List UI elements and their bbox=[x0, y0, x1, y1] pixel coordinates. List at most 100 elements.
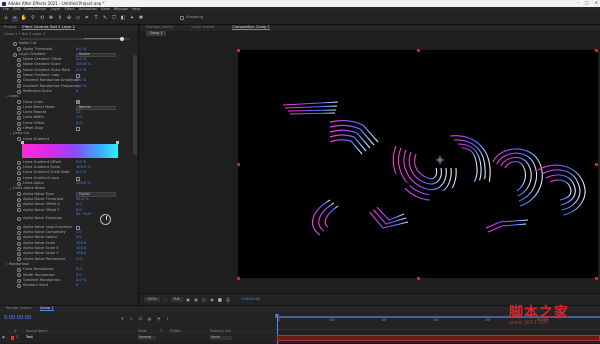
menu-file[interactable]: File bbox=[3, 8, 9, 12]
pan-tool-icon[interactable]: ✥ bbox=[48, 16, 54, 22]
menu-help[interactable]: Help bbox=[132, 8, 140, 12]
puppet-pin-tool-icon[interactable]: ✱ bbox=[138, 16, 144, 22]
stopwatch-icon[interactable] bbox=[17, 63, 21, 68]
tab-composition[interactable]: Composition Comp 1 bbox=[232, 25, 270, 31]
property-checkbox[interactable] bbox=[76, 126, 80, 131]
property-dropdown[interactable]: Normal bbox=[76, 105, 116, 110]
stopwatch-icon[interactable] bbox=[17, 241, 21, 246]
eraser-tool-icon[interactable]: ◧ bbox=[120, 16, 126, 22]
stopwatch-icon[interactable] bbox=[17, 73, 21, 78]
property-checkbox[interactable] bbox=[76, 225, 80, 230]
property-value[interactable]: 0x +0.0° bbox=[76, 212, 92, 217]
graph-editor-icon[interactable]: ⌇ bbox=[165, 316, 170, 321]
stopwatch-icon[interactable] bbox=[17, 252, 21, 257]
menu-layer[interactable]: Layer bbox=[50, 8, 60, 12]
stopwatch-icon[interactable] bbox=[17, 230, 21, 235]
stopwatch-icon[interactable] bbox=[17, 126, 21, 131]
property-value[interactable]: 0.0 % bbox=[76, 278, 86, 283]
region-of-interest-icon[interactable]: ▣ bbox=[186, 297, 191, 302]
property-value[interactable]: 0.0 bbox=[76, 257, 82, 262]
zoom-select[interactable]: 100% bbox=[144, 297, 160, 302]
selection-tool-icon[interactable]: ➤ bbox=[12, 15, 18, 22]
stopwatch-icon[interactable] bbox=[13, 42, 17, 47]
panel-scrollbar[interactable] bbox=[133, 55, 137, 155]
stopwatch-icon[interactable] bbox=[17, 57, 21, 62]
property-checkbox[interactable] bbox=[76, 176, 80, 181]
dolly-tool-icon[interactable]: ⇕ bbox=[57, 16, 63, 22]
property-value[interactable]: 1.0 bbox=[76, 231, 82, 235]
property-value[interactable]: 100.0 bbox=[76, 246, 86, 251]
stopwatch-icon[interactable] bbox=[17, 217, 21, 222]
layer-mode-select[interactable]: Normal bbox=[138, 335, 156, 340]
timeline-timecode[interactable]: 0:00:00:00 bbox=[4, 316, 31, 321]
pen-tool-icon[interactable]: ✒ bbox=[84, 16, 90, 22]
stopwatch-icon[interactable] bbox=[17, 246, 21, 251]
pan-behind-tool-icon[interactable]: ⊕ bbox=[66, 16, 72, 22]
brush-tool-icon[interactable]: ✎ bbox=[102, 16, 108, 22]
close-icon[interactable]: ✕ bbox=[595, 1, 598, 5]
layer-row[interactable]: ◉ 1 Text Normal None bbox=[0, 335, 275, 341]
snapping-toggle[interactable]: Snapping bbox=[180, 16, 203, 20]
stopwatch-icon[interactable] bbox=[17, 273, 21, 278]
minimize-icon[interactable]: – bbox=[577, 1, 579, 5]
property-value[interactable]: 0.0 % bbox=[76, 160, 86, 165]
orbit-tool-icon[interactable]: ⟲ bbox=[39, 16, 45, 22]
property-value[interactable]: 0.0 % bbox=[76, 171, 86, 175]
property-value[interactable]: 0.0 bbox=[76, 268, 82, 272]
stopwatch-icon[interactable] bbox=[17, 257, 21, 262]
property-row[interactable]: Random Seed 0 bbox=[0, 283, 138, 288]
tab-render-queue[interactable]: Render Queue bbox=[6, 307, 32, 311]
property-value[interactable]: 0.0 % bbox=[76, 58, 86, 62]
menu-animation[interactable]: Animation bbox=[79, 8, 97, 12]
tab-layer[interactable]: Layer (none) bbox=[191, 26, 214, 30]
home-icon[interactable]: ⌂ bbox=[3, 16, 9, 22]
stopwatch-icon[interactable] bbox=[17, 181, 21, 186]
property-value[interactable]: 0.0 % bbox=[76, 47, 86, 52]
property-dropdown[interactable]: Source bbox=[76, 52, 116, 57]
property-value[interactable]: 100.0 bbox=[76, 252, 86, 256]
tab-comp-timeline[interactable]: Comp 1 bbox=[39, 306, 54, 312]
property-value[interactable]: 0.0 bbox=[76, 121, 82, 126]
stopwatch-icon[interactable] bbox=[17, 160, 21, 165]
stopwatch-icon[interactable] bbox=[17, 84, 21, 89]
search-icon[interactable]: ⚲ bbox=[120, 316, 125, 321]
transparency-grid-icon[interactable]: ▦ bbox=[194, 297, 199, 302]
property-checkbox[interactable] bbox=[76, 73, 80, 78]
frame-blending-icon[interactable]: ▤ bbox=[147, 316, 152, 321]
stopwatch-icon[interactable] bbox=[17, 176, 21, 181]
tab-effect-controls[interactable]: Effect Controls Text 5 Layer 1 bbox=[22, 25, 76, 31]
stopwatch-icon[interactable] bbox=[17, 208, 21, 213]
stopwatch-icon[interactable] bbox=[17, 79, 21, 84]
stopwatch-icon[interactable] bbox=[17, 283, 21, 288]
property-value[interactable]: 100.0 % bbox=[76, 63, 91, 67]
property-value[interactable]: 0.0 % bbox=[76, 79, 86, 83]
stopwatch-icon[interactable] bbox=[17, 192, 21, 197]
property-checkbox[interactable] bbox=[76, 100, 80, 105]
mask-visibility-icon[interactable]: ◰ bbox=[202, 297, 207, 302]
stopwatch-icon[interactable] bbox=[17, 47, 21, 52]
stopwatch-icon[interactable] bbox=[17, 225, 21, 230]
zoom-tool-icon[interactable]: ⚲ bbox=[30, 16, 36, 22]
property-value[interactable]: 0.0 % bbox=[76, 84, 86, 89]
motion-blur-icon[interactable]: ◔ bbox=[156, 316, 161, 321]
tab-project[interactable]: Project bbox=[4, 26, 16, 30]
stopwatch-icon[interactable] bbox=[17, 110, 21, 115]
draft-3d-icon[interactable]: ◇ bbox=[129, 316, 134, 321]
property-row[interactable]: Alpha Noise Evolution 0x +0.0° bbox=[0, 212, 138, 225]
maximize-icon[interactable]: ▢ bbox=[585, 1, 589, 5]
snapping-checkbox[interactable] bbox=[180, 16, 184, 20]
angle-dial-icon[interactable] bbox=[100, 213, 111, 225]
stopwatch-icon[interactable] bbox=[17, 171, 21, 176]
hand-tool-icon[interactable]: ✋ bbox=[21, 16, 27, 22]
stopwatch-icon[interactable] bbox=[17, 68, 21, 73]
property-value[interactable]: 1.0 bbox=[76, 116, 82, 120]
stopwatch-icon[interactable] bbox=[17, 116, 21, 121]
property-value[interactable]: 100.0 % bbox=[76, 181, 91, 186]
resolution-select[interactable]: Full bbox=[170, 297, 183, 302]
stopwatch-icon[interactable] bbox=[17, 268, 21, 273]
layer-parent-select[interactable]: None bbox=[210, 335, 232, 340]
stopwatch-icon[interactable] bbox=[17, 100, 21, 105]
property-dropdown[interactable]: Fractal bbox=[76, 192, 116, 197]
viewer-timecode[interactable]: 0:00:00:00 bbox=[242, 297, 261, 301]
layer-name[interactable]: Text bbox=[26, 335, 33, 339]
